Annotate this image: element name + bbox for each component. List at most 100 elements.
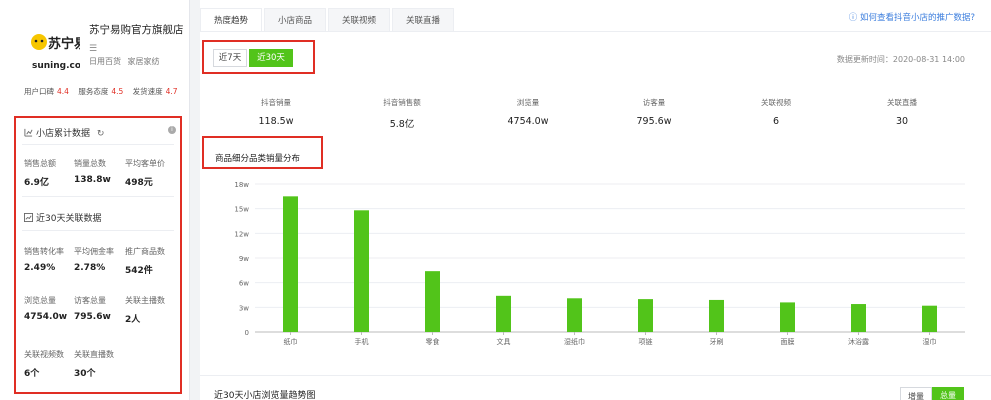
metric-value: 2人 <box>125 315 141 325</box>
metric-label: 销售总额 <box>24 159 56 168</box>
divider <box>22 196 174 197</box>
kpi-label: 抖音销量 <box>261 98 291 107</box>
shop-name: 苏宁易购官方旗舰店 <box>89 24 184 36</box>
recent-title-text: 近30天关联数据 <box>36 214 102 224</box>
tab-related-videos[interactable]: 关联视频 <box>328 8 390 32</box>
date-range-selector: 近7天 近30天 <box>202 40 315 74</box>
kpi-label: 访客量 <box>642 98 666 107</box>
logo-subtext: suning.com <box>32 61 80 71</box>
y-tick-label: 6w <box>239 280 249 288</box>
list-icon: ☰ <box>89 44 98 54</box>
shop-sidebar: 苏宁易购 suning.com 苏宁易购官方旗舰店 ☰ 日用百货 家居家纺 用户… <box>0 0 190 400</box>
metric-label: 关联主播数 <box>125 296 165 305</box>
kpi-item: 浏览量 4754.0w <box>465 97 591 127</box>
kpi-value: 4754.0w <box>507 116 549 127</box>
tab-related-live[interactable]: 关联直播 <box>392 8 454 32</box>
metric-label: 关联直播数 <box>74 350 114 359</box>
bar[interactable] <box>922 305 937 332</box>
x-tick-label: 纸巾 <box>284 337 298 346</box>
kpi-value: 30 <box>895 116 909 127</box>
refresh-icon[interactable]: ↻ <box>97 129 105 139</box>
range-30-days-button[interactable]: 近30天 <box>249 49 293 67</box>
bar[interactable] <box>780 302 795 332</box>
distribution-title-box: 商品细分品类销量分布 <box>202 136 323 169</box>
x-tick-label: 湿巾 <box>923 337 937 346</box>
x-tick-label: 沐浴露 <box>848 337 869 346</box>
metric-value: 2.78% <box>74 263 106 273</box>
metric-label: 销售转化率 <box>24 247 64 256</box>
rating-item: 用户口碑 4.4 <box>24 87 69 96</box>
bar[interactable] <box>283 196 298 332</box>
kpi-item: 抖音销量 118.5w <box>213 97 339 127</box>
range-7-days-button[interactable]: 近7天 <box>213 49 247 67</box>
info-icon[interactable]: i <box>168 126 176 134</box>
help-icon: ⓘ <box>848 13 860 23</box>
bar[interactable] <box>638 299 653 332</box>
kpi-label: 浏览量 <box>516 98 540 107</box>
x-tick-label: 手机 <box>355 337 369 346</box>
rating-value: 4.5 <box>111 87 124 96</box>
increment-toggle-button[interactable]: 增量 <box>900 387 932 400</box>
bar[interactable] <box>709 299 724 332</box>
metric-label: 推广商品数 <box>125 247 165 256</box>
category-sales-bar-chart: 0 3w 6w 9w 12w 15w 18w 纸巾 手机 零食 文具 湿纸巾 项链 牙刷 面膜 沐浴露 湿巾 <box>234 181 965 346</box>
total-toggle-button[interactable]: 总量 <box>932 387 964 400</box>
rating-value: 4.4 <box>57 87 69 96</box>
trend-icon <box>24 213 33 222</box>
bar[interactable] <box>851 304 866 332</box>
metric-label: 访客总量 <box>74 296 106 305</box>
tab-underline <box>200 31 991 32</box>
stats-icon <box>24 128 33 137</box>
shop-categories: 日用百货 家居家纺 <box>89 56 164 67</box>
kpi-value: 118.5w <box>258 116 294 127</box>
kpi-item: 关联直播 30 <box>839 97 965 127</box>
help-link[interactable]: ⓘ 如何查看抖音小店的推广数据? <box>849 11 975 23</box>
bar[interactable] <box>354 210 369 332</box>
trend-title: 近30天小店浏览量趋势图 <box>214 391 316 400</box>
metric-value: 498元 <box>125 178 153 188</box>
divider <box>22 230 174 231</box>
metric-label: 平均佣金率 <box>74 247 114 256</box>
update-time: 数据更新时间：2020-08-31 14:00 <box>836 55 965 64</box>
metric-label: 关联视频数 <box>24 350 64 359</box>
cumulative-title-text: 小店累计数据 <box>36 129 91 139</box>
metric-value: 138.8w <box>74 175 111 185</box>
cumulative-title: 小店累计数据 ↻ <box>24 126 104 139</box>
metric-value: 795.6w <box>74 312 111 322</box>
bar[interactable] <box>567 298 582 332</box>
rating-label: 发货速度 <box>132 87 163 96</box>
distribution-title: 商品细分品类销量分布 <box>215 154 301 164</box>
tab-heat-trend[interactable]: 热度趋势 <box>200 8 262 32</box>
bar[interactable] <box>425 271 440 332</box>
metric-value: 2.49% <box>24 263 56 273</box>
tab-shop-products[interactable]: 小店商品 <box>264 8 326 32</box>
logo-text: 苏宁易购 <box>48 36 80 52</box>
metric-value: 4754.0w <box>24 312 68 322</box>
metric-label: 浏览总量 <box>24 296 56 305</box>
kpi-label: 抖音销售额 <box>383 98 421 107</box>
shop-logo: 苏宁易购 suning.com <box>31 34 80 71</box>
rating-value: 4.7 <box>165 87 178 96</box>
category-tag: 日用百货 <box>89 57 121 66</box>
metric-label: 平均客单价 <box>125 159 165 168</box>
y-tick-label: 12w <box>234 230 249 238</box>
y-tick-label: 9w <box>239 255 249 263</box>
shop-ratings: 用户口碑 4.4 服务态度 4.5 发货速度 4.7 <box>24 86 185 97</box>
rating-item: 服务态度 4.5 <box>78 87 123 96</box>
y-tick-label: 3w <box>239 304 249 312</box>
y-tick-label: 0 <box>245 329 249 337</box>
bar[interactable] <box>496 295 511 332</box>
metric-label: 销量总数 <box>74 159 106 168</box>
metric-value: 542件 <box>125 266 153 276</box>
kpi-value: 6 <box>772 116 780 127</box>
shop-stats-panel: 小店累计数据 ↻ i 销售总额 销量总数 平均客单价 6.9亿 138.8w 4… <box>14 116 182 394</box>
rating-label: 用户口碑 <box>24 87 54 96</box>
kpi-item: 抖音销售额 5.8亿 <box>339 97 465 130</box>
divider <box>22 144 174 145</box>
divider <box>200 375 991 376</box>
metric-value: 6个 <box>24 369 40 379</box>
rating-item: 发货速度 4.7 <box>133 87 178 96</box>
x-tick-label: 文具 <box>497 337 511 346</box>
x-tick-label: 面膜 <box>781 337 795 346</box>
kpi-value: 795.6w <box>636 116 672 127</box>
